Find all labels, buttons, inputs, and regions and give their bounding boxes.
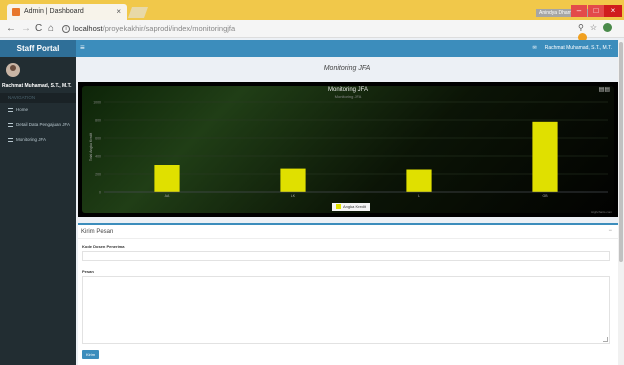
y-tick-label: 400	[95, 155, 101, 159]
legend-swatch	[336, 204, 341, 210]
message-form: Kirim Pesan − Kode Dosen Penerima Pesan …	[78, 223, 618, 365]
reload-icon[interactable]: C	[35, 23, 42, 34]
topbar-user-name: Rachmat Muhamad, S.T., M.T.	[544, 45, 612, 51]
address-bar: ← → C ⌂ i localhost/proyekakhir/saprodi/i…	[0, 20, 624, 42]
scroll-thumb[interactable]	[619, 42, 623, 262]
forward-icon[interactable]: →	[21, 23, 31, 34]
sidebar-item-home[interactable]: Home	[0, 104, 76, 116]
extension-icon[interactable]	[603, 23, 613, 33]
close-window-button[interactable]: ×	[604, 5, 622, 17]
star-icon[interactable]: ☆	[590, 23, 597, 32]
chart-bar	[154, 165, 180, 192]
y-tick-label: 800	[95, 119, 101, 123]
x-tick-label: GB	[542, 194, 548, 198]
recipient-label: Kode Dosen Penerima	[82, 244, 125, 249]
back-icon[interactable]: ←	[6, 23, 16, 34]
avatar	[6, 63, 20, 77]
chart-bar	[406, 169, 432, 192]
y-tick-label: 600	[95, 137, 101, 141]
brand-logo[interactable]: Staff Portal	[0, 40, 76, 57]
chart-panel: Monitoring JFA Monitoring JFA ▤▤ 0 200 400…	[78, 82, 618, 217]
legend-label: Angka Kredit	[343, 204, 366, 209]
page-title: Monitoring JFA	[323, 65, 371, 72]
page-scrollbar[interactable]	[618, 40, 624, 365]
user-menu[interactable]: ✉ Rachmat Muhamad, S.T., M.T.	[533, 45, 612, 51]
url-path: /proyekakhir/saprodi/index/monitoringjfa	[102, 24, 236, 33]
divider	[78, 238, 618, 239]
browser-tab-bar: Admin | Dashboard × Anindya Dharmawan – …	[0, 0, 624, 20]
list-icon	[8, 107, 13, 112]
form-header: Kirim Pesan	[81, 229, 114, 235]
y-tick-label: 200	[95, 173, 101, 177]
x-tick-label: L	[418, 194, 420, 198]
home-icon[interactable]: ⌂	[48, 23, 54, 34]
chart-legend[interactable]: Angka Kredit	[332, 203, 370, 211]
new-tab-button[interactable]	[127, 7, 149, 18]
url-field[interactable]: i localhost/proyekakhir/saprodi/index/mon…	[62, 22, 572, 36]
y-axis-label: Total Angka Kredit	[89, 133, 93, 161]
tab-title: Admin | Dashboard	[24, 8, 84, 15]
message-label: Pesan	[82, 269, 94, 274]
url-host: localhost	[73, 24, 103, 33]
y-tick-label: 0	[99, 191, 101, 195]
sidebar-item-monitoring[interactable]: Monitoring JFA	[0, 134, 76, 146]
sidebar: Rachmat Muhamad, S.T., M.T. NAVIGATION H…	[0, 57, 76, 365]
bar-chart: 0 200 400 600 800 1000 Total Angka Kredit AA LK L…	[89, 101, 608, 198]
toolbar-icons: ⚲ ☆	[578, 23, 624, 42]
sidebar-user-name: Rachmat Muhamad, S.T., M.T.	[2, 83, 72, 89]
favicon-icon	[12, 8, 20, 16]
message-icon[interactable]: ✉	[533, 45, 537, 51]
chart-bar	[280, 168, 306, 192]
sidebar-item-label: Home	[16, 107, 29, 112]
zoom-icon[interactable]: ⚲	[578, 23, 584, 32]
x-tick-label: AA	[165, 194, 170, 198]
list-icon	[8, 122, 13, 127]
info-icon[interactable]: i	[62, 25, 70, 34]
top-navbar: ≡ ✉ Rachmat Muhamad, S.T., M.T.	[76, 40, 618, 57]
chart-credit[interactable]: Highcharts.com	[591, 210, 612, 214]
sidebar-item-detail-pengajuan[interactable]: Detail Data Pengajuan JFA	[0, 119, 76, 131]
list-icon	[8, 137, 13, 142]
browser-tab[interactable]: Admin | Dashboard ×	[7, 4, 127, 20]
recipient-input[interactable]	[82, 251, 610, 261]
minimize-button[interactable]: –	[571, 5, 587, 17]
maximize-button[interactable]: □	[588, 5, 604, 17]
chart-bar	[532, 121, 558, 192]
sidebar-item-label: Detail Data Pengajuan JFA	[16, 122, 71, 127]
x-tick-label: LK	[291, 194, 296, 198]
sidebar-item-label: Monitoring JFA	[16, 137, 47, 142]
tab-close-icon[interactable]: ×	[116, 7, 121, 16]
send-button[interactable]: Kirim	[82, 350, 99, 359]
nav-header: NAVIGATION	[0, 93, 76, 103]
collapse-icon[interactable]: −	[608, 228, 612, 234]
menu-toggle-icon[interactable]: ≡	[80, 43, 85, 52]
message-textarea[interactable]	[82, 276, 610, 344]
y-tick-label: 1000	[93, 101, 101, 105]
